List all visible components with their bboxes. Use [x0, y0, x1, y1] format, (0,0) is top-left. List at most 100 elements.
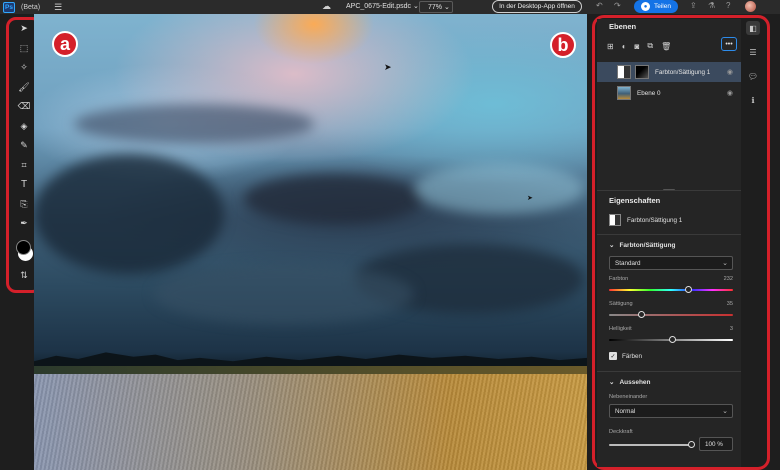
mouse-cursor-icon: ➤ — [384, 62, 392, 72]
adjustment-layer-icon[interactable]: ◐ — [622, 42, 627, 51]
menu-icon[interactable]: ☰ — [54, 2, 62, 13]
clone-stamp-tool-icon[interactable]: ⎘ — [13, 195, 35, 215]
divider — [597, 234, 741, 235]
healing-tool-icon[interactable]: ✎ — [13, 136, 35, 156]
image-canvas[interactable]: ➤ ➤ — [34, 14, 587, 470]
beta-label: (Beta) — [21, 3, 41, 11]
move-tool-icon[interactable]: ➤ — [13, 19, 35, 39]
layer-row[interactable]: Ebene 0 ◉ — [597, 83, 741, 103]
cloud-shape — [34, 154, 224, 274]
callout-badge-a: a — [52, 31, 78, 57]
properties-layer-name: Farbton/Sättigung 1 — [627, 216, 683, 224]
hue-saturation-group-header[interactable]: ⌄ Farbton/Sättigung — [609, 241, 675, 250]
hue-label: Farbton — [609, 276, 629, 282]
text-tool-icon[interactable]: T — [13, 175, 35, 195]
user-icon: ● — [641, 2, 650, 11]
panel-icon-strip: ◧ ☰ 💬︎ ℹ — [743, 19, 763, 467]
hue-slider-knob[interactable] — [684, 286, 692, 293]
opacity-input[interactable]: 100 % — [699, 437, 733, 451]
properties-panel-title: Eigenschaften — [609, 196, 661, 205]
eye-icon[interactable]: ◉ — [727, 89, 733, 97]
crop-tool-icon[interactable]: ⌗ — [13, 156, 35, 176]
chevron-down-icon: ⌄ — [722, 260, 728, 267]
lightness-value: 3 — [729, 326, 733, 332]
lab-flask-icon[interactable]: ⚗ — [708, 1, 715, 10]
callout-badge-b: b — [550, 32, 576, 58]
chevron-down-icon: ⌄ — [609, 242, 615, 249]
image-thumbnail — [617, 86, 631, 100]
share-button[interactable]: ● Teilen — [634, 0, 678, 13]
eraser-tool-icon[interactable]: ⌫ — [13, 97, 35, 117]
opacity-label: Deckkraft — [609, 429, 633, 435]
marquee-tool-icon[interactable]: ⬚ — [13, 39, 35, 59]
cloud-shape — [414, 164, 584, 214]
zoom-dropdown[interactable]: 77% ⌄ — [419, 1, 453, 13]
avatar[interactable] — [745, 1, 756, 12]
open-in-desktop-button[interactable]: In der Desktop-App öffnen — [492, 0, 582, 13]
divider — [597, 371, 741, 372]
lightness-label: Helligkeit — [609, 326, 632, 332]
cloud-shape — [244, 174, 424, 224]
wheat-field — [34, 374, 587, 470]
saturation-label: Sättigung — [609, 301, 633, 307]
lightness-slider-knob[interactable] — [668, 336, 676, 343]
brush-tool-icon[interactable]: 🖌︎ — [13, 78, 35, 98]
saturation-value: 35 — [726, 301, 733, 307]
blend-mode-dropdown[interactable]: Normal ⌄ — [609, 404, 733, 418]
adjustment-thumbnail — [617, 65, 631, 79]
quick-select-tool-icon[interactable]: ✧ — [13, 58, 35, 78]
upload-icon[interactable]: ⇪ — [690, 1, 697, 10]
layer-row[interactable]: Farbton/Sättigung 1 ◉ — [597, 62, 741, 82]
opacity-slider-knob[interactable] — [687, 441, 695, 448]
chevron-down-icon: ⌄ — [722, 408, 728, 415]
eyedropper-tool-icon[interactable]: ✒ — [13, 214, 35, 234]
opacity-slider-track[interactable] — [609, 444, 691, 446]
photoshop-web-app: Ps (Beta) ☰ ☁ APC_0675-Edit.psdc ⌄ 77% ⌄… — [0, 0, 780, 470]
colorize-checkbox-row[interactable]: ✓ Färben — [609, 352, 642, 360]
eye-icon[interactable]: ◉ — [727, 68, 733, 76]
trash-icon[interactable]: 🗑︎ — [661, 42, 671, 51]
info-icon[interactable]: ℹ — [746, 93, 760, 107]
layers-panel-title: Ebenen — [609, 22, 637, 31]
paint-bucket-tool-icon[interactable]: ◈ — [13, 117, 35, 137]
cloud-icon: ☁ — [322, 1, 331, 11]
layer-tools-row: ⊞ ◐ ◙ ⧉ 🗑︎ — [607, 39, 735, 53]
cloud-shape — [74, 104, 314, 144]
tools-toolbar: ➤ ⬚ ✧ 🖌︎ ⌫ ◈ ✎ ⌗ T ⎘ ✒ ⇅ — [13, 19, 35, 289]
top-bar: Ps (Beta) ☰ ☁ APC_0675-Edit.psdc ⌄ 77% ⌄… — [0, 0, 780, 14]
cloud-shape — [154, 264, 414, 324]
saturation-slider-track[interactable] — [609, 314, 733, 316]
help-icon[interactable]: ? — [726, 1, 730, 10]
swap-colors-icon[interactable]: ⇅ — [13, 266, 35, 286]
layer-name: Farbton/Sättigung 1 — [655, 68, 711, 76]
saturation-slider-knob[interactable] — [637, 311, 645, 318]
add-layer-icon[interactable]: ⊞ — [607, 42, 614, 51]
color-swatches[interactable] — [13, 239, 35, 262]
preset-dropdown[interactable]: Standard ⌄ — [609, 256, 733, 270]
hue-saturation-icon — [609, 214, 621, 226]
blend-mode-label: Nebeneinander — [609, 394, 648, 400]
photoshop-logo: Ps — [3, 1, 15, 13]
appearance-group-header[interactable]: ⌄ Aussehen — [609, 378, 651, 387]
divider — [597, 190, 741, 191]
colorize-label: Färben — [622, 352, 642, 360]
mouse-cursor-icon: ➤ — [527, 195, 533, 202]
mask-icon[interactable]: ◙ — [635, 42, 640, 51]
right-panel: Ebenen ⊞ ◐ ◙ ⧉ 🗑︎ ••• Farbton/Sättigung … — [597, 19, 741, 467]
adjustments-panel-icon[interactable]: ☰ — [746, 45, 760, 59]
chevron-down-icon: ⌄ — [609, 379, 615, 386]
redo-icon[interactable]: ↷ — [614, 1, 621, 10]
properties-layer-row: Farbton/Sättigung 1 — [609, 214, 682, 226]
comments-icon[interactable]: 💬︎ — [746, 69, 760, 83]
document-filename[interactable]: APC_0675-Edit.psdc ⌄ — [346, 2, 419, 10]
colorize-checkbox[interactable]: ✓ — [609, 352, 617, 360]
undo-icon[interactable]: ↶ — [596, 1, 603, 10]
foreground-color-swatch[interactable] — [16, 239, 31, 255]
hue-value: 232 — [723, 276, 733, 282]
layer-name: Ebene 0 — [637, 89, 661, 97]
group-layers-icon[interactable]: ⧉ — [647, 41, 653, 51]
layers-panel-icon[interactable]: ◧ — [746, 21, 760, 35]
more-options-button[interactable]: ••• — [721, 37, 737, 51]
hue-slider-track[interactable] — [609, 289, 733, 291]
mask-thumbnail — [635, 65, 649, 79]
